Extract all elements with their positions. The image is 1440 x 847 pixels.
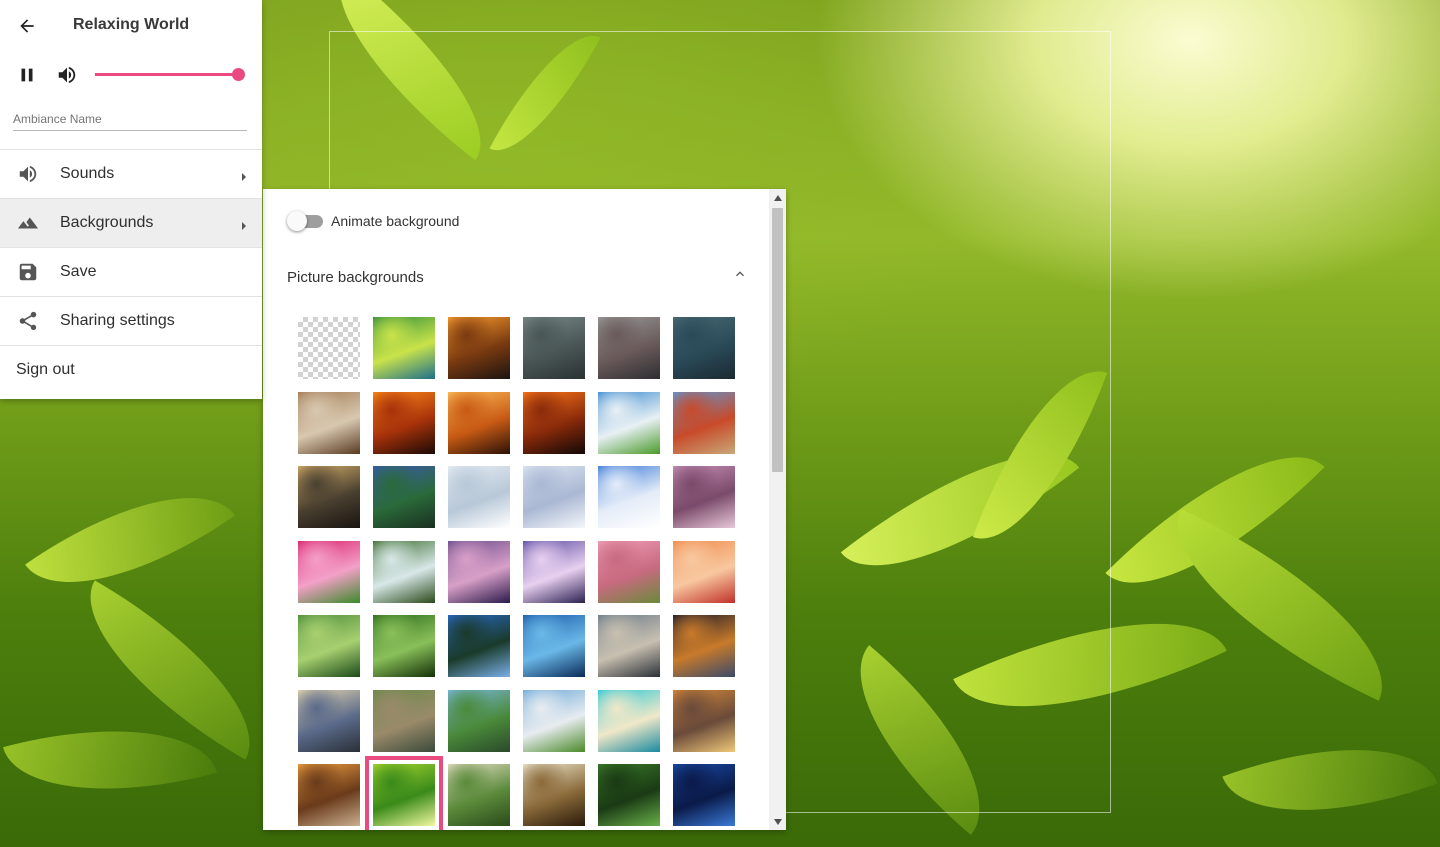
background-thumbnail-cherry-tree[interactable] [673, 466, 735, 528]
volume-icon [16, 162, 40, 186]
background-thumbnail-waterfall[interactable] [373, 540, 435, 603]
share-icon [16, 309, 40, 333]
volume-icon [58, 66, 76, 84]
leaf-decoration [301, 0, 519, 161]
leaf-decoration [1143, 509, 1417, 701]
submenu-arrow-icon [239, 169, 249, 181]
background-thumbnail-cherry-blossom-dark[interactable] [448, 540, 510, 603]
background-thumbnail-transparent[interactable] [298, 317, 360, 379]
toggle-thumb [287, 211, 307, 231]
main-menu: Relaxing World Sounds Backgrounds Save Shar… [0, 0, 262, 399]
background-thumbnail-green-valley[interactable] [448, 764, 510, 826]
picture-backgrounds-title: Picture backgrounds [287, 269, 424, 286]
background-thumbnail-harbor-town[interactable] [298, 689, 360, 752]
background-thumbnail-campfire[interactable] [448, 391, 510, 454]
pause-button[interactable] [15, 63, 39, 87]
menu-item-save[interactable]: Save [0, 248, 262, 297]
scroll-down-arrow-icon [773, 818, 782, 825]
background-thumbnail-bokeh-green[interactable] [373, 317, 435, 379]
background-thumbnail-village-road[interactable] [373, 689, 435, 752]
background-thumbnail-grass-dark[interactable] [598, 764, 660, 826]
pause-icon [21, 68, 33, 82]
background-thumbnail-alps[interactable] [523, 689, 585, 752]
volume-slider-fill [95, 73, 238, 76]
background-thumbnail-fireplace[interactable] [373, 391, 435, 454]
back-button[interactable] [14, 13, 40, 39]
leaf-decoration [1222, 708, 1438, 847]
collapse-section-button[interactable] [730, 264, 750, 284]
background-thumbnail-blossom-orange[interactable] [673, 540, 735, 603]
background-thumbnail-bamboo[interactable] [298, 615, 360, 677]
background-thumbnail-sunset-sea[interactable] [448, 317, 510, 379]
submenu-arrow-icon [239, 218, 249, 230]
scrollbar-thumb[interactable] [772, 208, 783, 472]
background-thumbnail-sunset-clouds[interactable] [673, 689, 735, 752]
volume-button[interactable] [55, 63, 79, 87]
background-thumbnail-rain-window[interactable] [523, 317, 585, 379]
save-icon [16, 260, 40, 284]
background-thumbnail-snowy-forest[interactable] [523, 466, 585, 528]
menu-item-label: Backgrounds [60, 214, 154, 231]
animate-background-toggle[interactable] [287, 211, 323, 231]
background-thumbnail-blossom-purple[interactable] [523, 540, 585, 603]
background-thumbnail-cozy-room[interactable] [298, 391, 360, 454]
background-thumbnail-tropical-beach[interactable] [598, 689, 660, 752]
background-thumbnail-ocean-wave[interactable] [523, 615, 585, 677]
background-thumbnail-crocus[interactable] [523, 764, 585, 826]
landscape-icon [16, 211, 40, 235]
background-thumbnail-night-sky[interactable] [673, 764, 735, 826]
chevron-up-icon [736, 271, 744, 277]
background-thumbnail-forest-ferns[interactable] [373, 615, 435, 677]
menu-item-sounds[interactable]: Sounds [0, 150, 262, 199]
leaf-decoration [972, 349, 1108, 561]
volume-slider-thumb[interactable] [232, 68, 245, 81]
app-title: Relaxing World [73, 16, 190, 33]
panel-scrollbar[interactable] [769, 189, 786, 830]
volume-slider[interactable] [95, 66, 245, 84]
background-thumbnail-tulips[interactable] [298, 540, 360, 603]
arrow-back-icon [20, 19, 34, 33]
background-thumbnail-blue-flowers[interactable] [373, 466, 435, 528]
menu-item-sign-out[interactable]: Sign out [0, 346, 262, 394]
background-thumbnail-candle-bokeh[interactable] [298, 466, 360, 528]
background-thumbnail-rain-street[interactable] [598, 317, 660, 379]
background-thumbnail-mountain-meadow[interactable] [598, 391, 660, 454]
menu-item-label: Sign out [16, 361, 75, 378]
ambiance-name-input[interactable] [13, 109, 247, 131]
menu-item-label: Sharing settings [60, 312, 175, 329]
scroll-up-button[interactable] [769, 189, 786, 206]
background-thumbnail-lone-tree[interactable] [448, 689, 510, 752]
background-thumbnail-lake-forest[interactable] [448, 615, 510, 677]
background-thumbnail-blossom-path[interactable] [598, 540, 660, 603]
scroll-down-button[interactable] [769, 813, 786, 830]
scroll-up-arrow-icon [773, 194, 782, 201]
menu-item-backgrounds[interactable]: Backgrounds [0, 199, 262, 248]
background-thumbnail-snow-house[interactable] [598, 466, 660, 528]
leaf-decoration [953, 569, 1227, 761]
background-thumbnail-fire-logs[interactable] [523, 391, 585, 454]
player-header: Relaxing World [0, 0, 262, 150]
background-thumbnail-beach-sunset[interactable] [298, 764, 360, 826]
menu-item-sharing-settings[interactable]: Sharing settings [0, 297, 262, 346]
animate-background-label: Animate background [331, 213, 460, 229]
menu-item-label: Save [60, 263, 97, 280]
background-thumbnail-snow-trees[interactable] [448, 466, 510, 528]
background-thumbnail-city-skyline[interactable] [598, 615, 660, 677]
background-thumbnail-green-tea-leaves[interactable] [365, 756, 443, 830]
background-thumbnail-rain-water[interactable] [673, 317, 735, 379]
leaf-decoration [489, 15, 601, 171]
background-thumbnail-golden-gate[interactable] [673, 391, 735, 454]
backgrounds-panel: Animate background Picture backgrounds [263, 189, 786, 830]
background-thumbnail-night-city[interactable] [673, 615, 735, 677]
menu-item-label: Sounds [60, 165, 115, 182]
